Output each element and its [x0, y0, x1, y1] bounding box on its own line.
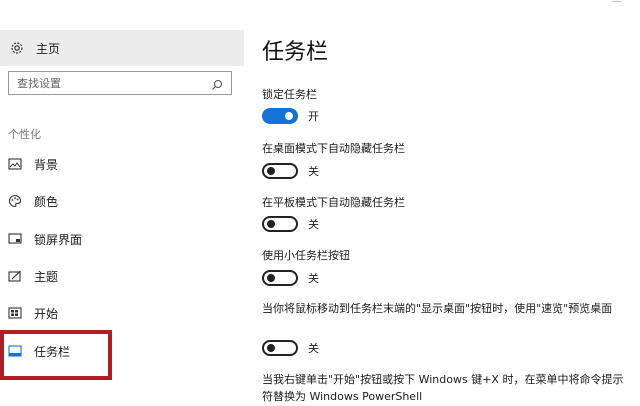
sidebar-item-lock-screen[interactable]: 锁屏界面	[0, 224, 244, 254]
search-box	[8, 71, 232, 95]
setting-label-autohide-tablet: 在平板模式下自动隐藏任务栏	[262, 196, 405, 209]
sidebar-item-theme[interactable]: 主题	[0, 261, 244, 291]
setting-label-small-buttons: 使用小任务栏按钮	[262, 249, 350, 262]
setting-label-peek: 当你将鼠标移动到任务栏末端的"显示桌面"按钮时，使用"速览"预览桌面	[262, 302, 613, 315]
section-title: 个性化	[8, 128, 41, 141]
toggle-switch[interactable]	[262, 216, 298, 232]
toggle-autohide-desktop[interactable]: 关	[262, 162, 319, 180]
toggle-state-label: 关	[308, 218, 319, 231]
sidebar-item-label: 锁屏界面	[34, 232, 83, 247]
toggle-knob	[267, 344, 275, 352]
sidebar-item-color[interactable]: 颜色	[0, 186, 244, 216]
theme-icon	[8, 269, 22, 283]
toggle-knob	[267, 274, 275, 282]
sidebar-item-label: 颜色	[34, 194, 59, 209]
main-content: 任务栏 锁定任务栏 开 在桌面模式下自动隐藏任务栏 关 在平板模式下自动隐藏任务…	[244, 0, 640, 406]
search-icon[interactable]	[211, 76, 223, 90]
toggle-autohide-tablet[interactable]: 关	[262, 215, 319, 233]
sidebar-item-label: 主页	[36, 41, 61, 56]
toggle-switch[interactable]	[262, 270, 298, 286]
toggle-switch[interactable]	[262, 163, 298, 179]
toggle-knob	[285, 112, 293, 120]
toggle-state-label: 关	[308, 272, 319, 285]
sidebar-item-taskbar[interactable]: 任务栏	[0, 336, 244, 366]
lock-screen-icon	[8, 232, 22, 246]
toggle-lock-taskbar[interactable]: 开	[262, 107, 319, 125]
toggle-state-label: 关	[308, 165, 319, 178]
toggle-small-buttons[interactable]: 关	[262, 269, 319, 287]
sidebar-item-background[interactable]: 背景	[0, 149, 244, 179]
toggle-state-label: 开	[308, 110, 319, 123]
setting-label-powershell: 当我右键单击"开始"按钮或按下 Windows 键+X 时，在菜单中将命令提示符…	[262, 373, 624, 403]
search-input[interactable]	[9, 76, 199, 90]
toggle-switch[interactable]	[262, 340, 298, 356]
setting-label-autohide-desktop: 在桌面模式下自动隐藏任务栏	[262, 142, 405, 155]
setting-label-lock-taskbar: 锁定任务栏	[262, 88, 317, 101]
sidebar-item-start[interactable]: 开始	[0, 298, 244, 328]
sidebar-item-label: 主题	[34, 269, 59, 284]
page-title: 任务栏	[262, 40, 329, 65]
sidebar-item-home[interactable]: 主页	[0, 30, 244, 66]
sidebar-item-label: 任务栏	[34, 344, 71, 359]
picture-icon	[8, 157, 22, 171]
start-menu-icon	[8, 306, 22, 320]
gear-icon	[10, 41, 24, 55]
toggle-knob	[267, 167, 275, 175]
taskbar-icon	[8, 344, 22, 358]
sidebar-item-label: 开始	[34, 306, 59, 321]
toggle-peek[interactable]: 关	[262, 339, 319, 357]
sidebar-item-label: 背景	[34, 157, 59, 172]
toggle-state-label: 关	[308, 342, 319, 355]
toggle-switch[interactable]	[262, 108, 298, 124]
toggle-knob	[267, 220, 275, 228]
sidebar: 主页 个性化 背景 颜色 锁屏界面 主题 开始	[0, 0, 244, 406]
palette-icon	[8, 194, 22, 208]
